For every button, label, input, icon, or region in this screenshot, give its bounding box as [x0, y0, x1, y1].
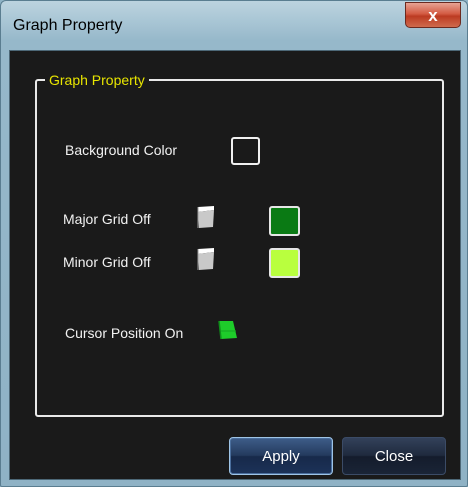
major-grid-color-swatch[interactable] [269, 206, 300, 236]
major-grid-label: Major Grid Off [63, 211, 151, 227]
major-grid-toggle-icon[interactable] [195, 204, 217, 230]
group-legend: Graph Property [45, 72, 149, 88]
minor-grid-label: Minor Grid Off [63, 254, 151, 270]
window-title: Graph Property [13, 17, 123, 34]
apply-button[interactable]: Apply [229, 437, 333, 475]
window-close-button[interactable]: x [405, 2, 461, 28]
minor-grid-toggle-icon[interactable] [195, 246, 217, 272]
graph-property-window: Graph Property x Graph Property Backgrou… [0, 0, 468, 487]
minor-grid-color-swatch[interactable] [269, 248, 300, 278]
close-icon: x [428, 5, 438, 25]
cursor-position-label: Cursor Position On [65, 325, 184, 341]
background-color-label: Background Color [65, 142, 178, 158]
background-color-swatch[interactable] [231, 137, 260, 165]
title-bar[interactable]: Graph Property x [1, 1, 467, 45]
close-button[interactable]: Close [342, 437, 446, 475]
graph-property-group: Graph Property Background Color Major Gr… [35, 72, 444, 417]
cursor-position-toggle-icon[interactable] [216, 317, 240, 343]
dialog-body: Graph Property Background Color Major Gr… [9, 50, 461, 480]
